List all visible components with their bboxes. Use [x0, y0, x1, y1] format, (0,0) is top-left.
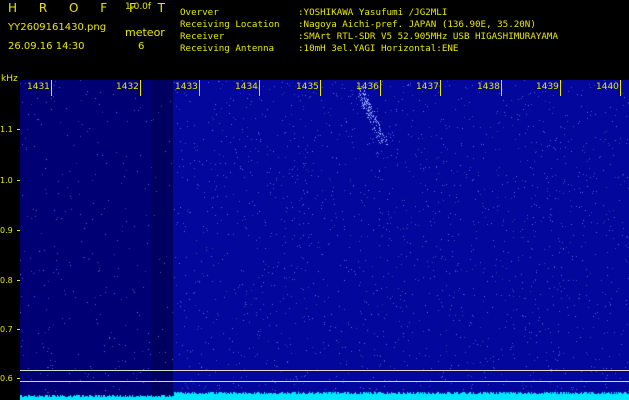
- reference-line-upper: [20, 370, 629, 371]
- y-axis-unit: kHz: [1, 74, 18, 84]
- receiver-row: Receiver :SMArt RTL-SDR V5 52.905MHz USB …: [180, 31, 558, 43]
- x-tick-label: 1437: [416, 82, 439, 92]
- y-tick-mark: [17, 378, 20, 379]
- y-tick-mark: [17, 280, 20, 281]
- location-row: Receiving Location :Nagoya Aichi-pref. JA…: [180, 19, 558, 31]
- x-tick-mark: [259, 80, 260, 96]
- spectrogram-noise: [20, 80, 629, 400]
- x-tick-mark: [620, 80, 621, 96]
- x-tick-mark: [320, 80, 321, 96]
- x-tick-label: 1433: [175, 82, 198, 92]
- location-value: :Nagoya Aichi-pref. JAPAN (136.90E, 35.2…: [298, 19, 536, 30]
- capture-datetime: 26.09.16 14:30: [8, 41, 85, 52]
- x-tick-mark: [440, 80, 441, 96]
- x-tick-mark: [560, 80, 561, 96]
- image-filename: YY2609161430.png: [8, 22, 107, 33]
- station-info: Overver :YOSHIKAWA Yasufumi /JG2MLI Recei…: [180, 7, 558, 55]
- signal-level-trace: [20, 391, 629, 400]
- meteor-count: 6: [138, 41, 145, 52]
- observer-value: :YOSHIKAWA Yasufumi /JG2MLI: [298, 7, 448, 18]
- receiver-label: Receiver: [180, 31, 225, 42]
- x-tick-label: 1434: [235, 82, 258, 92]
- x-tick-mark: [380, 80, 381, 96]
- reference-line-lower: [20, 381, 629, 382]
- location-label: Receiving Location: [180, 19, 280, 30]
- x-tick-mark: [140, 80, 141, 96]
- x-tick-mark: [501, 80, 502, 96]
- x-tick-label: 1440: [596, 82, 619, 92]
- x-tick-label: 1432: [116, 82, 139, 92]
- y-tick-mark: [17, 329, 20, 330]
- spectrogram: [20, 80, 629, 400]
- antenna-row: Receiving Antenna :10mH 3el.YAGI Horizont…: [180, 43, 558, 55]
- header-panel: H R O F F T 1.0.0f YY2609161430.png mete…: [0, 0, 629, 78]
- antenna-value: :10mH 3el.YAGI Horizontal:ENE: [298, 43, 459, 54]
- observer-row: Overver :YOSHIKAWA Yasufumi /JG2MLI: [180, 7, 558, 19]
- meteor-label: meteor: [125, 26, 165, 39]
- observer-label: Overver: [180, 7, 219, 18]
- x-tick-label: 1431: [27, 82, 50, 92]
- receiver-value: :SMArt RTL-SDR V5 52.905MHz USB HIGASHIM…: [298, 31, 558, 42]
- x-tick-mark: [51, 80, 52, 96]
- x-tick-label: 1438: [477, 82, 500, 92]
- x-tick-label: 1436: [356, 82, 379, 92]
- x-tick-label: 1435: [296, 82, 319, 92]
- x-tick-label: 1439: [536, 82, 559, 92]
- app-version: 1.0.0f: [125, 2, 152, 12]
- y-tick-mark: [17, 129, 20, 130]
- antenna-label: Receiving Antenna: [180, 43, 275, 54]
- y-tick-mark: [17, 180, 20, 181]
- x-tick-mark: [199, 80, 200, 96]
- y-tick-mark: [17, 230, 20, 231]
